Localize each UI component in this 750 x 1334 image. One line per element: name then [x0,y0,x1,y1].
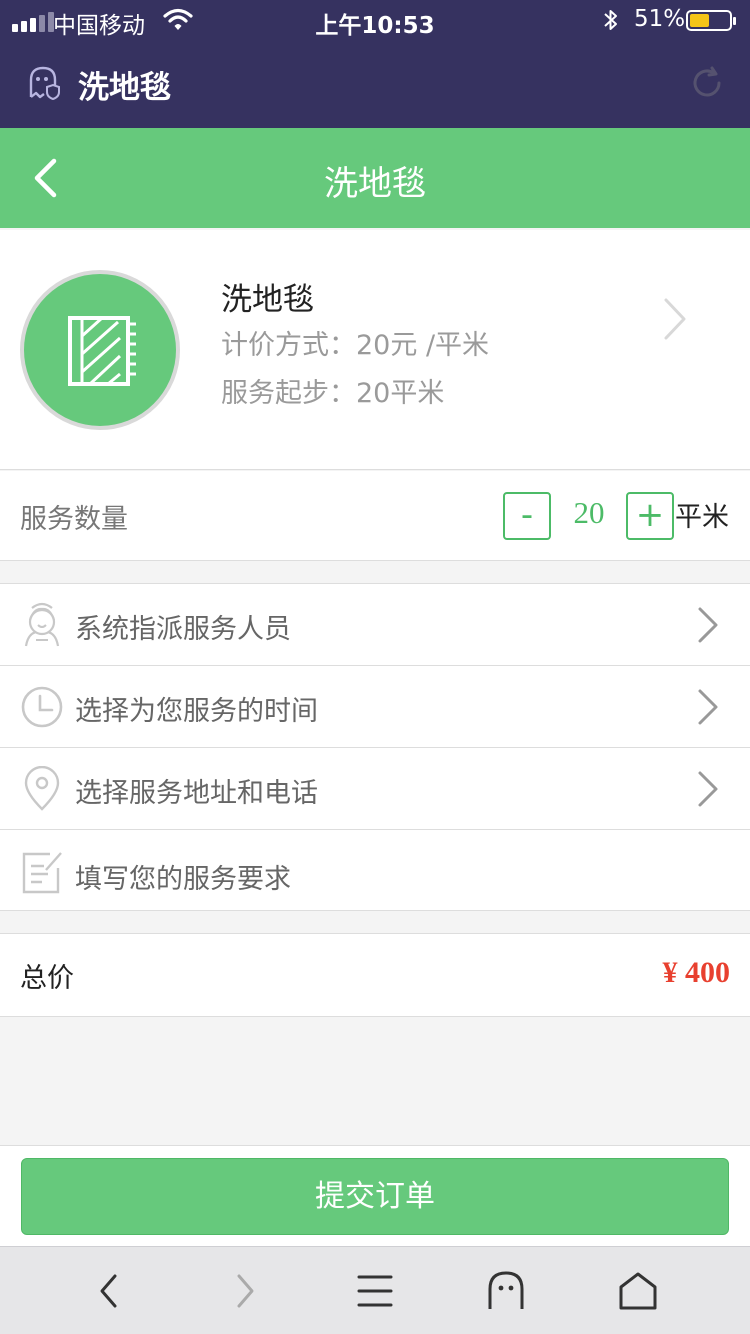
back-icon[interactable] [88,1269,132,1313]
submit-order-button[interactable]: 提交订单 [21,1158,729,1235]
nav-bar: 洗地毯 [0,128,750,228]
option-label: 系统指派服务人员 [75,614,291,645]
submit-area: 提交订单 [0,1145,750,1246]
pricing-method: 计价方式：20元 /平米 [221,330,490,361]
option-service-time[interactable]: 选择为您服务的时间 [0,666,750,748]
quantity-value[interactable]: 20 [552,495,626,531]
quantity-unit: 平米 [675,502,729,533]
chevron-right-icon [664,298,686,340]
battery-icon [686,10,736,31]
edit-note-icon [22,852,62,894]
quantity-row: 服务数量 - 20 + 平米 [0,471,750,561]
chevron-right-icon [698,689,718,725]
carpet-icon [68,316,136,386]
quantity-label: 服务数量 [20,504,128,535]
ghost-icon[interactable] [486,1269,530,1313]
product-name: 洗地毯 [221,282,314,318]
product-avatar [20,270,180,430]
chevron-right-icon [698,607,718,643]
total-label: 总价 [20,963,74,994]
option-label: 填写您的服务要求 [75,864,291,895]
bluetooth-icon [604,10,617,30]
total-row: 总价 ¥ 400 [0,933,750,1017]
options-list: 系统指派服务人员 选择为您服务的时间 选择服务地址和电话 填写您的服务要求 [0,583,750,911]
top-header: 中国移动 上午10:53 51% 洗地毯 [0,0,750,128]
option-label: 选择为您服务的时间 [75,696,318,727]
page-title: 洗地毯 [324,164,426,204]
quantity-plus-button[interactable]: + [626,492,674,540]
forward-icon[interactable] [222,1269,266,1313]
option-label: 选择服务地址和电话 [75,778,318,809]
option-address-phone[interactable]: 选择服务地址和电话 [0,748,750,830]
browser-toolbar [0,1246,750,1334]
location-pin-icon [24,766,60,811]
refresh-icon[interactable] [690,66,724,100]
option-assign-worker[interactable]: 系统指派服务人员 [0,584,750,666]
minimum-service: 服务起步：20平米 [221,378,445,409]
battery-percent: 51% [634,6,686,32]
option-service-requirements[interactable]: 填写您的服务要求 [0,830,750,912]
menu-icon[interactable] [353,1269,397,1313]
clock-icon [21,686,63,728]
home-icon[interactable] [616,1269,660,1313]
worker-icon [24,602,60,647]
chevron-right-icon [698,771,718,807]
app-title: 洗地毯 [78,70,171,106]
product-card[interactable]: 洗地毯 计价方式：20元 /平米 服务起步：20平米 [0,230,750,470]
ghost-shield-icon [29,66,60,100]
status-bar: 中国移动 上午10:53 51% [0,0,750,40]
quantity-minus-button[interactable]: - [503,492,551,540]
total-price: ¥ 400 [662,956,731,989]
